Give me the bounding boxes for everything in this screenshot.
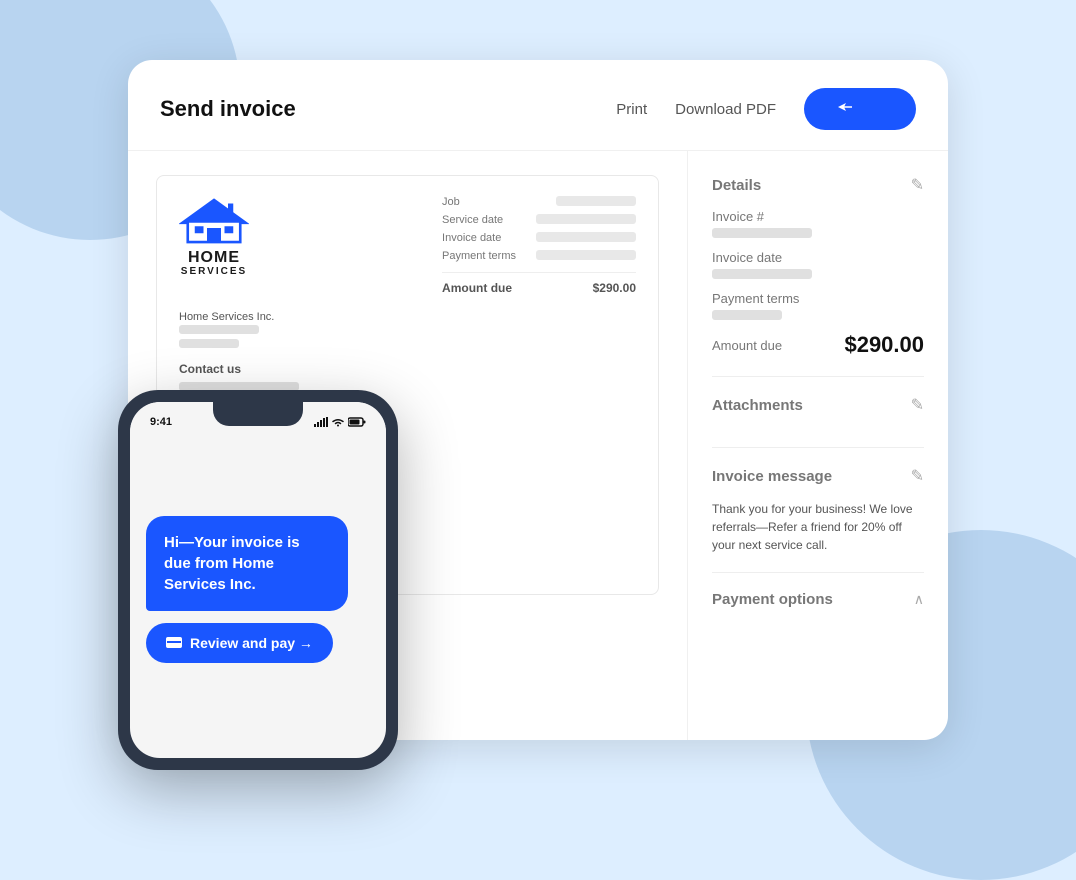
invoice-amount-row: Amount due $290.00 <box>442 272 636 295</box>
phone-mockup: 9:41 <box>118 390 398 770</box>
invoice-message-text: Thank you for your business! We love ref… <box>712 500 924 554</box>
credit-card-icon <box>166 637 182 648</box>
invoice-field-invoice-date: Invoice date <box>442 232 636 244</box>
main-card: Send invoice Print Download PDF <box>128 60 948 740</box>
signal-icon <box>314 417 328 427</box>
header-actions: Print Download PDF <box>616 88 916 130</box>
company-name: Home Services Inc. <box>179 311 636 323</box>
card-body: HOME SERVICES Job Service date <box>128 151 948 740</box>
details-section-title: Details <box>712 177 761 194</box>
invoice-message-section-title: Invoice message <box>712 468 832 485</box>
invoice-number-value <box>712 228 812 238</box>
invoice-field-payment-terms: Payment terms <box>442 250 636 262</box>
details-edit-icon[interactable]: ✎ <box>911 175 924 195</box>
invoice-fields-table: Job Service date Invoice date Payme <box>442 196 636 295</box>
invoice-field-job: Job <box>442 196 636 208</box>
invoice-field-service-date: Service date <box>442 214 636 226</box>
house-logo-icon <box>179 196 249 246</box>
attachments-edit-icon[interactable]: ✎ <box>911 395 924 415</box>
review-and-pay-button[interactable]: Review and pay → <box>146 623 333 663</box>
phone-outer: 9:41 <box>118 390 398 770</box>
wifi-icon <box>332 417 344 427</box>
phone-time: 9:41 <box>150 416 172 428</box>
logo-home-text: HOME <box>188 250 240 266</box>
print-button[interactable]: Print <box>616 101 647 118</box>
address-bar-1 <box>179 325 259 334</box>
phone-content: Hi—Your invoice is due from Home Service… <box>130 432 386 758</box>
invoice-preview: HOME SERVICES Job Service date <box>128 151 688 740</box>
invoice-number-label: Invoice # <box>712 209 924 224</box>
send-icon <box>836 100 884 114</box>
invoice-message-edit-icon[interactable]: ✎ <box>911 466 924 486</box>
sms-message-bubble: Hi—Your invoice is due from Home Service… <box>146 516 348 611</box>
address-bar-2 <box>179 339 239 348</box>
attachments-section: Attachments ✎ <box>712 395 924 448</box>
download-pdf-button[interactable]: Download PDF <box>675 101 776 118</box>
payment-terms-value <box>712 310 782 320</box>
details-section: Details ✎ Invoice # Invoice date Payment… <box>712 175 924 377</box>
address-section: Home Services Inc. <box>179 311 636 348</box>
invoice-date-label: Invoice date <box>712 250 924 265</box>
status-icons <box>314 417 366 427</box>
phone-notch <box>213 402 303 426</box>
payment-options-title: Payment options <box>712 591 833 608</box>
review-pay-label: Review and pay → <box>190 635 313 651</box>
payment-options-header[interactable]: Payment options ∧ <box>712 591 924 608</box>
company-logo: HOME SERVICES <box>179 196 249 277</box>
payment-terms-row: Payment terms <box>712 291 924 320</box>
logo-services-text: SERVICES <box>181 266 247 277</box>
invoice-message-section: Invoice message ✎ Thank you for your bus… <box>712 466 924 573</box>
page-title: Send invoice <box>160 96 616 122</box>
invoice-date-value <box>712 269 812 279</box>
payment-options-section: Payment options ∧ <box>712 591 924 626</box>
invoice-message-section-header: Invoice message ✎ <box>712 466 924 486</box>
battery-icon <box>348 417 366 427</box>
phone-screen: 9:41 <box>130 402 386 758</box>
invoice-date-row: Invoice date <box>712 250 924 279</box>
amount-due-row: Amount due $290.00 <box>712 332 924 358</box>
details-section-header: Details ✎ <box>712 175 924 195</box>
card-header: Send invoice Print Download PDF <box>128 60 948 151</box>
payment-terms-label: Payment terms <box>712 291 924 306</box>
invoice-doc-header: HOME SERVICES Job Service date <box>179 196 636 295</box>
chevron-up-icon: ∧ <box>914 591 924 608</box>
details-panel: Details ✎ Invoice # Invoice date Payment… <box>688 151 948 740</box>
attachments-section-title: Attachments <box>712 397 803 414</box>
send-invoice-button[interactable] <box>804 88 916 130</box>
amount-due-label: Amount due <box>712 338 782 353</box>
invoice-number-row: Invoice # <box>712 209 924 238</box>
attachments-section-header: Attachments ✎ <box>712 395 924 415</box>
amount-due-value: $290.00 <box>844 332 924 358</box>
